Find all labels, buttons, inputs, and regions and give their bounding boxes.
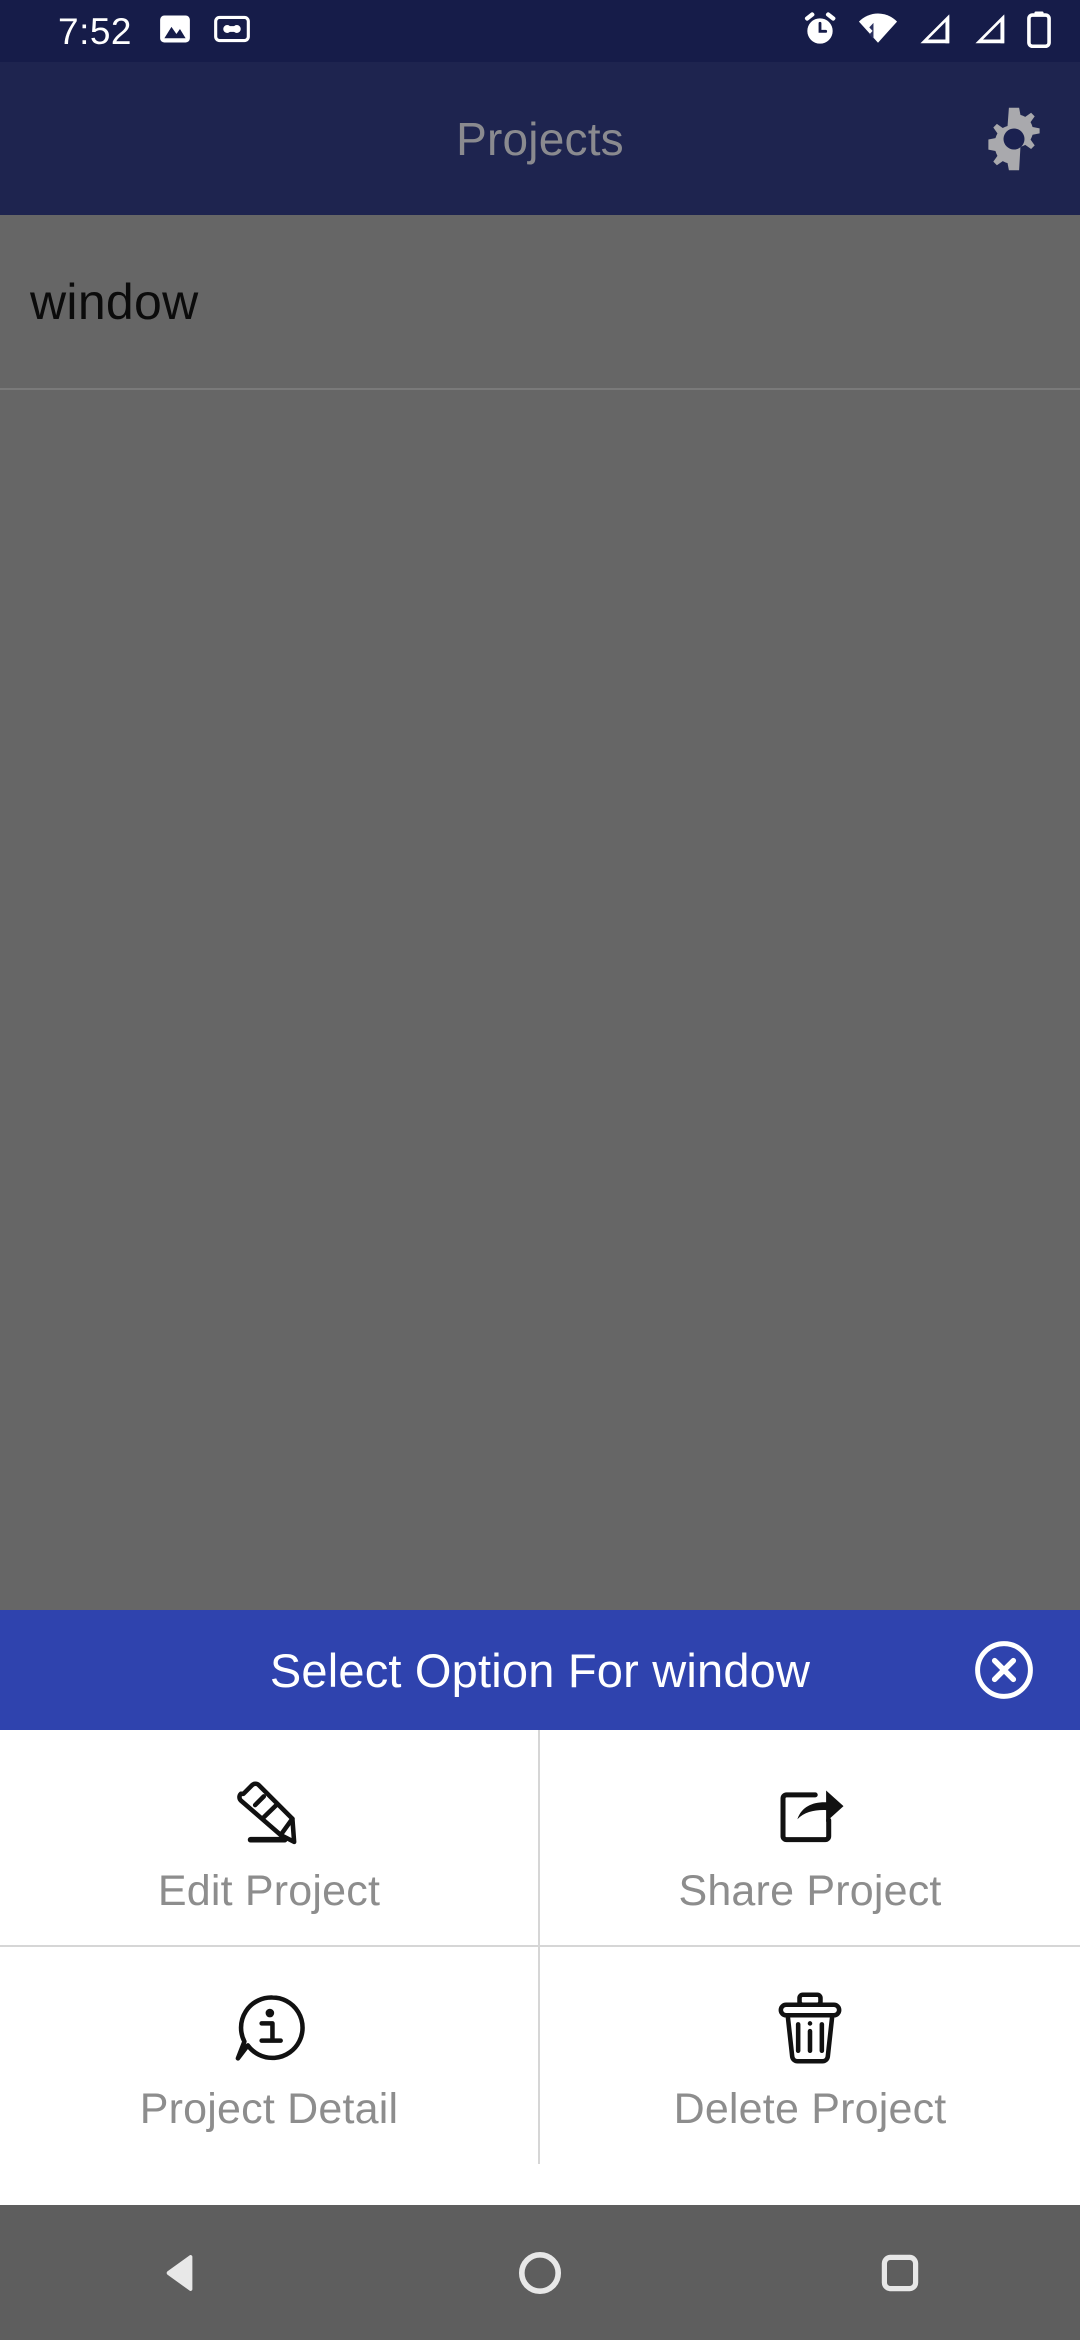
battery-icon: [1026, 9, 1052, 54]
close-circle-icon[interactable]: [968, 1634, 1040, 1706]
cassette-icon: [214, 14, 250, 49]
option-share-project[interactable]: Share Project: [540, 1730, 1080, 1947]
option-project-detail[interactable]: Project Detail: [0, 1947, 540, 2164]
wifi-icon: [857, 9, 899, 54]
option-label: Share Project: [678, 1867, 942, 1915]
status-bar: 7:52: [0, 0, 1080, 62]
option-bottom-sheet: Select Option For window Edit Project Sh…: [0, 1610, 1080, 2164]
share-icon: [766, 1759, 854, 1851]
info-bubble-icon: [228, 1977, 310, 2069]
option-label: Project Detail: [139, 2085, 399, 2133]
home-button[interactable]: [465, 2205, 615, 2340]
page-title: Projects: [456, 112, 624, 165]
sheet-header: Select Option For window: [0, 1610, 1080, 1730]
option-delete-project[interactable]: Delete Project: [540, 1947, 1080, 2164]
pencil-icon: [225, 1759, 313, 1851]
option-edit-project[interactable]: Edit Project: [0, 1730, 540, 1947]
phone-screen: 7:52 Projects window Select Option For w…: [0, 0, 1080, 2340]
gear-icon[interactable]: [976, 101, 1052, 177]
option-label: Delete Project: [673, 2085, 947, 2133]
android-nav-bar: [0, 2205, 1080, 2340]
signal-1-icon: [916, 10, 954, 53]
options-grid: Edit Project Share Project Project Detai…: [0, 1730, 1080, 2164]
trash-icon: [771, 1977, 849, 2069]
status-clock: 7:52: [58, 10, 133, 52]
back-button[interactable]: [105, 2205, 255, 2340]
status-left-icons: [158, 12, 250, 51]
list-item[interactable]: window: [0, 215, 1080, 390]
option-label: Edit Project: [157, 1867, 381, 1915]
sheet-title: Select Option For window: [269, 1643, 811, 1697]
image-icon: [158, 12, 192, 51]
app-bar: Projects: [0, 62, 1080, 215]
projects-list: window: [0, 215, 1080, 1610]
signal-2-icon: [971, 10, 1009, 53]
status-right-icons: [800, 9, 1052, 54]
recents-button[interactable]: [825, 2205, 975, 2340]
alarm-icon: [800, 9, 840, 54]
list-item-label: window: [30, 273, 199, 330]
